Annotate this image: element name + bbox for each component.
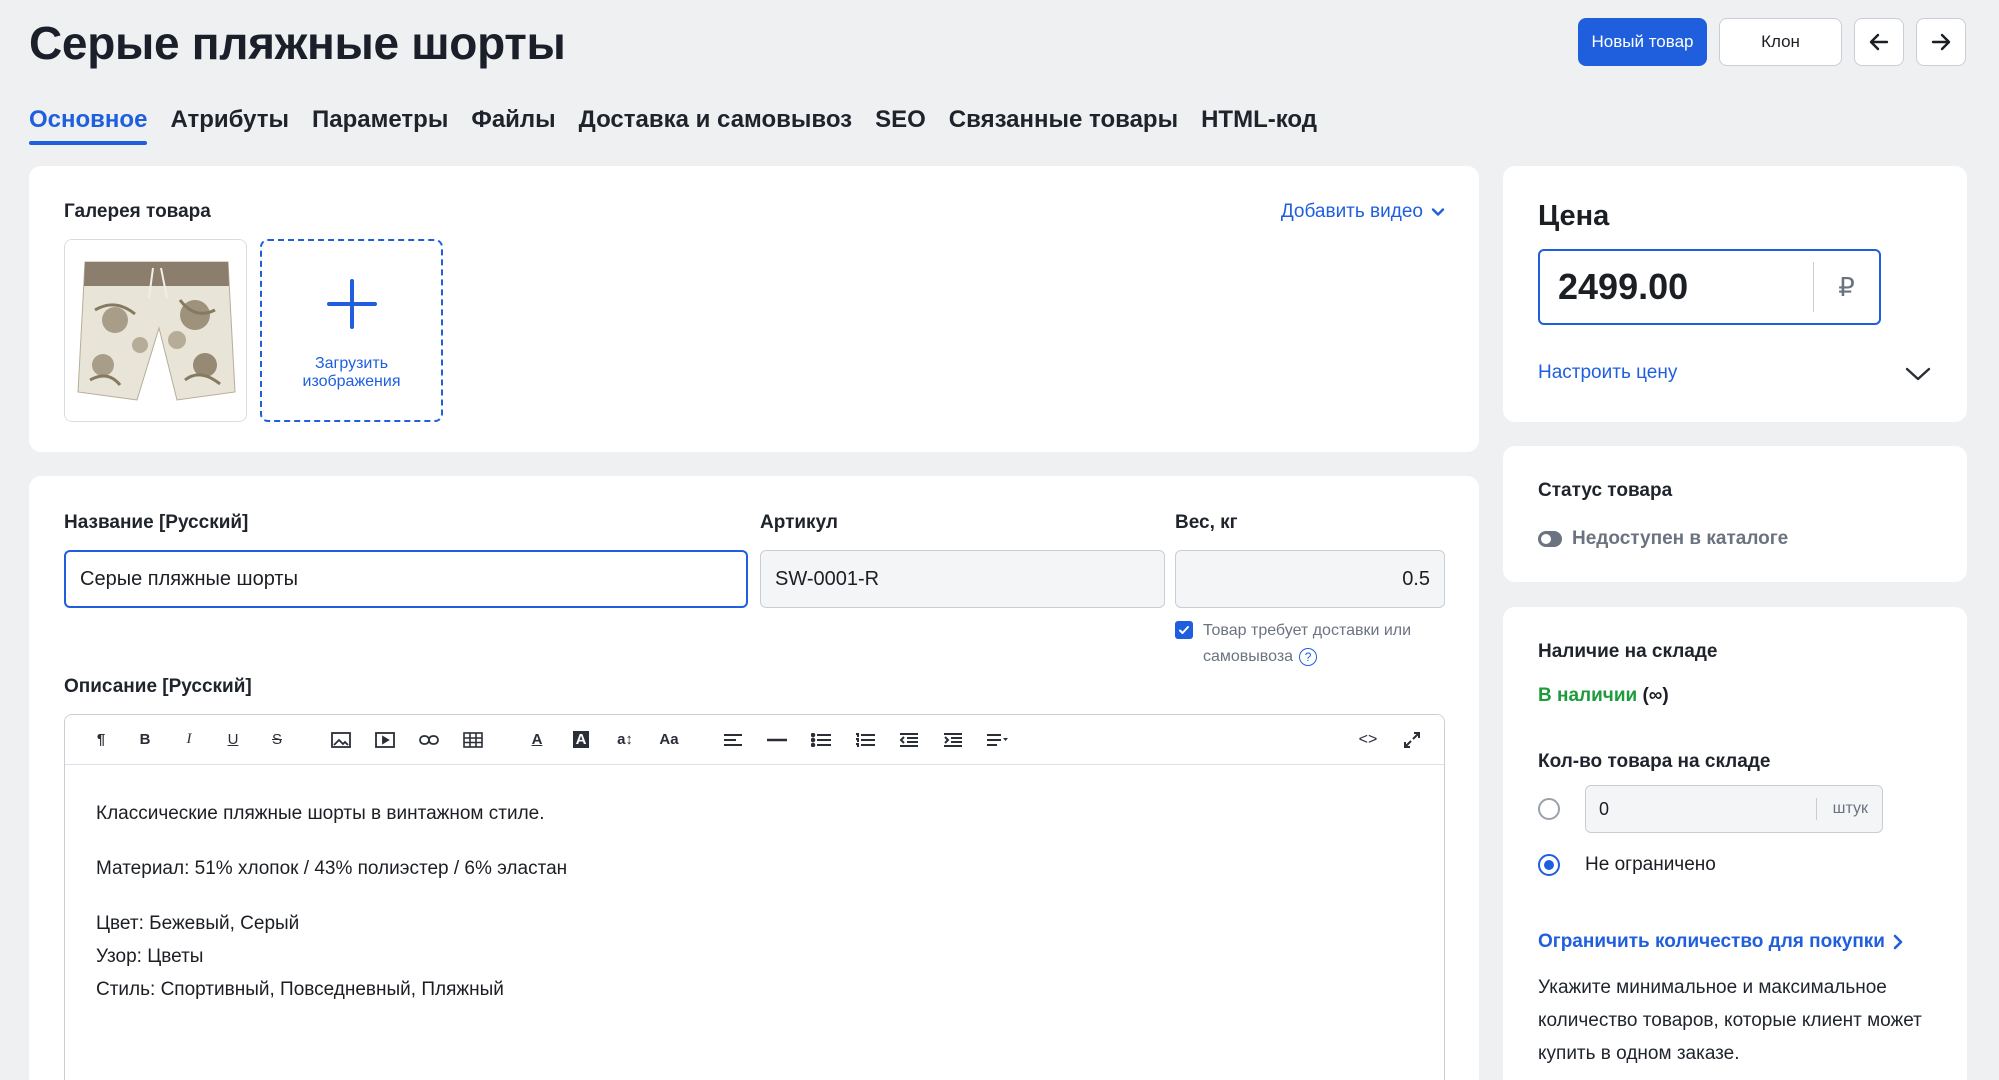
indent-icon[interactable] xyxy=(931,725,975,755)
status-card: Статус товара Недоступен в каталоге xyxy=(1503,446,1967,582)
code-view-icon[interactable]: <> xyxy=(1346,725,1390,755)
price-title: Цена xyxy=(1538,200,1610,232)
bullet-list-icon[interactable] xyxy=(799,725,843,755)
text-color-icon[interactable]: A xyxy=(515,725,559,755)
tab-bar: Основное Атрибуты Параметры Файлы Достав… xyxy=(29,106,1317,145)
product-image-thumbnail[interactable] xyxy=(64,239,247,422)
new-product-button[interactable]: Новый товар xyxy=(1578,18,1707,66)
font-size-icon[interactable]: a↕ xyxy=(603,725,647,755)
clone-button[interactable]: Клон xyxy=(1719,18,1842,66)
limit-purchase-link[interactable]: Ограничить количество для покупки xyxy=(1538,931,1903,953)
tab-delivery[interactable]: Доставка и самовывоз xyxy=(579,106,852,142)
editor-content[interactable]: Классические пляжные шорты в винтажном с… xyxy=(65,765,1444,1038)
align-icon[interactable] xyxy=(711,725,755,755)
editor-toolbar: ¶ B I U S A A a↕ Aa <> xyxy=(65,715,1444,765)
qty-title: Кол-во товара на складе xyxy=(1538,751,1771,772)
tab-html[interactable]: HTML-код xyxy=(1201,106,1317,142)
description-line: Узор: Цветы xyxy=(96,946,204,967)
stock-title: Наличие на складе xyxy=(1538,641,1718,662)
shorts-image xyxy=(65,240,246,421)
numbered-list-icon[interactable] xyxy=(843,725,887,755)
delivery-required-checkbox[interactable] xyxy=(1175,621,1193,639)
page-title: Серые пляжные шорты xyxy=(29,17,566,69)
qty-input[interactable]: 0 штук xyxy=(1585,785,1883,833)
price-card: Цена 2499.00 ₽ Настроить цену xyxy=(1503,166,1967,422)
header-actions: Новый товар Клон xyxy=(1578,18,1966,66)
underline-icon[interactable]: U xyxy=(211,725,255,755)
toggle-icon xyxy=(1538,531,1562,547)
tab-attributes[interactable]: Атрибуты xyxy=(170,106,289,142)
description-label: Описание [Русский] xyxy=(64,676,252,697)
unlimited-radio[interactable] xyxy=(1538,854,1560,876)
next-product-button[interactable] xyxy=(1916,18,1966,66)
stock-card: Наличие на складе В наличии (∞) Кол-во т… xyxy=(1503,607,1967,1080)
name-input[interactable]: Серые пляжные шорты xyxy=(64,550,748,608)
strikethrough-icon[interactable]: S xyxy=(255,725,299,755)
qty-value: 0 xyxy=(1599,798,1610,819)
link-icon[interactable] xyxy=(407,725,451,755)
gallery-card: Галерея товара Добавить видео Загрузить … xyxy=(29,166,1479,452)
unlimited-label: Не ограничено xyxy=(1585,854,1716,875)
tab-main[interactable]: Основное xyxy=(29,106,148,145)
prev-product-button[interactable] xyxy=(1854,18,1904,66)
description-line: Стиль: Спортивный, Повседневный, Пляжный xyxy=(96,979,504,1000)
add-video-link[interactable]: Добавить видео xyxy=(1281,201,1445,223)
description-paragraph: Материал: 51% хлопок / 43% полиэстер / 6… xyxy=(96,858,568,879)
in-stock-status: В наличии xyxy=(1538,685,1638,706)
name-label: Название [Русский] xyxy=(64,512,249,533)
in-stock-suffix: (∞) xyxy=(1642,685,1669,706)
currency-symbol: ₽ xyxy=(1813,262,1879,312)
check-icon xyxy=(1179,626,1189,634)
limit-note: Укажите минимальное и максимальное колич… xyxy=(1538,977,1922,1064)
configure-price-label: Настроить цену xyxy=(1538,362,1678,383)
arrow-right-icon xyxy=(1931,33,1951,51)
outdent-icon[interactable] xyxy=(887,725,931,755)
font-family-icon[interactable]: Aa xyxy=(647,725,691,755)
tab-files[interactable]: Файлы xyxy=(471,106,555,142)
qty-unit: штук xyxy=(1815,798,1882,820)
help-icon[interactable]: ? xyxy=(1299,647,1318,666)
sku-input[interactable]: SW-0001-R xyxy=(760,550,1165,608)
status-title: Статус товара xyxy=(1538,480,1673,501)
limited-qty-radio[interactable] xyxy=(1538,798,1560,820)
paragraph-icon[interactable]: ¶ xyxy=(79,725,123,755)
upload-images-label: Загрузить изображения xyxy=(302,355,401,390)
paragraph-format-icon[interactable] xyxy=(975,725,1019,755)
chevron-right-icon xyxy=(1893,934,1903,950)
description-line: Цвет: Бежевый, Серый xyxy=(96,913,300,934)
tab-parameters[interactable]: Параметры xyxy=(312,106,448,142)
stock-status: В наличии (∞) xyxy=(1538,685,1669,707)
delivery-required-text: Товар требует доставки или самовывоза? xyxy=(1203,618,1453,670)
price-input[interactable]: 2499.00 ₽ xyxy=(1538,249,1881,325)
chevron-down-icon[interactable] xyxy=(1905,366,1931,382)
weight-label: Вес, кг xyxy=(1175,512,1238,533)
fullscreen-icon[interactable] xyxy=(1390,725,1434,755)
limit-purchase-label: Ограничить количество для покупки xyxy=(1538,931,1885,952)
gallery-title: Галерея товара xyxy=(64,201,211,222)
add-video-label: Добавить видео xyxy=(1280,201,1423,222)
arrow-left-icon xyxy=(1869,33,1889,51)
description-editor: ¶ B I U S A A a↕ Aa <> Классические пляж… xyxy=(64,714,1445,1080)
status-value: Недоступен в каталоге xyxy=(1572,528,1789,549)
plus-icon xyxy=(326,279,377,329)
bold-icon[interactable]: B xyxy=(123,725,167,755)
configure-price-link[interactable]: Настроить цену xyxy=(1538,362,1677,384)
italic-icon[interactable]: I xyxy=(167,725,211,755)
tab-seo[interactable]: SEO xyxy=(875,106,926,142)
horizontal-line-icon[interactable] xyxy=(755,725,799,755)
image-icon[interactable] xyxy=(319,725,363,755)
tab-related[interactable]: Связанные товары xyxy=(949,106,1178,142)
weight-input[interactable]: 0.5 xyxy=(1175,550,1445,608)
chevron-down-icon xyxy=(1431,208,1445,216)
product-info-card: Название [Русский] Артикул Вес, кг Серые… xyxy=(29,476,1479,1080)
sku-label: Артикул xyxy=(760,512,838,533)
video-icon[interactable] xyxy=(363,725,407,755)
price-value: 2499.00 xyxy=(1558,266,1689,307)
upload-images-button[interactable]: Загрузить изображения xyxy=(260,239,443,422)
background-color-icon[interactable]: A xyxy=(559,725,603,755)
catalog-visibility-toggle[interactable]: Недоступен в каталоге xyxy=(1538,528,1788,550)
table-icon[interactable] xyxy=(451,725,495,755)
description-paragraph: Классические пляжные шорты в винтажном с… xyxy=(96,803,545,824)
